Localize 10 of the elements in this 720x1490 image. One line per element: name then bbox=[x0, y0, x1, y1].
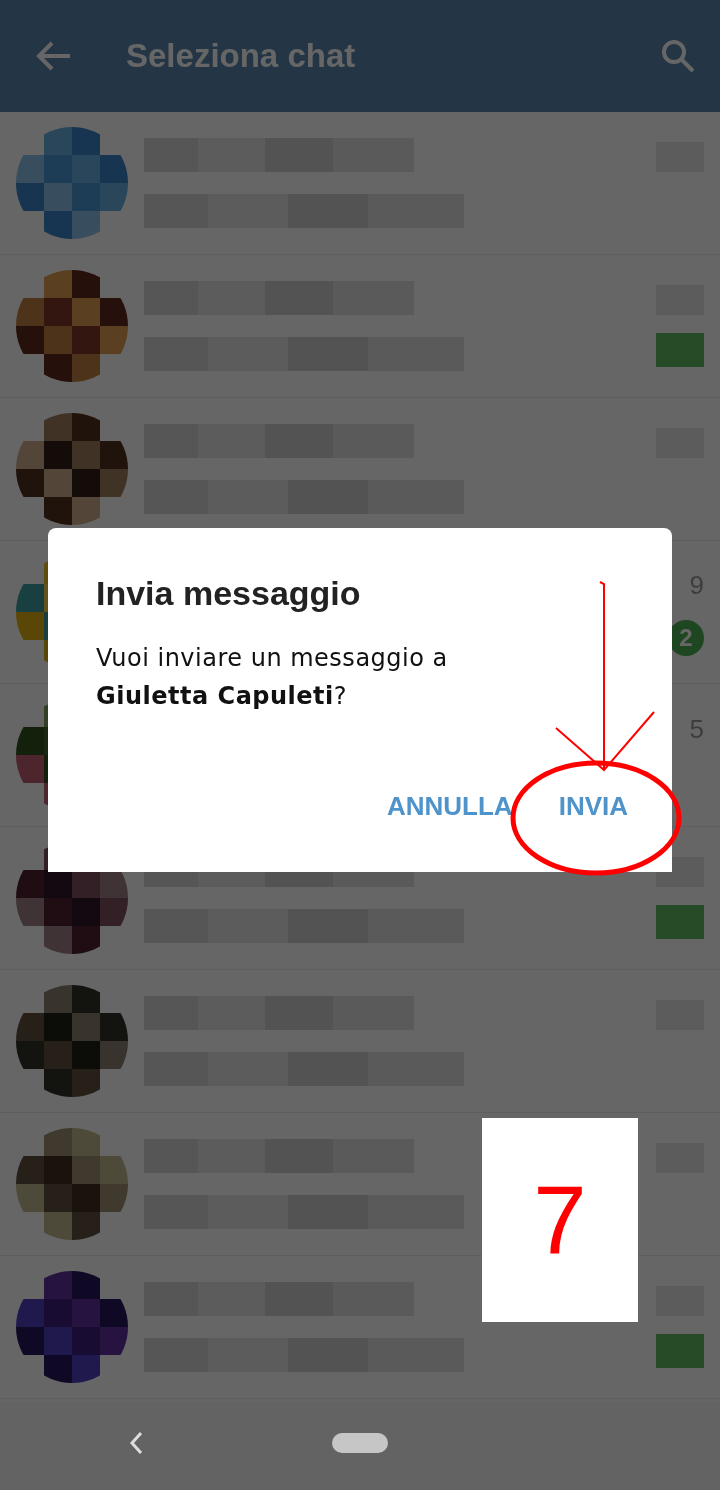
dialog-button[interactable]: INVIA bbox=[544, 781, 642, 832]
screen-title: Seleziona chat bbox=[126, 37, 357, 75]
dialog-message: Vuoi inviare un messaggio a Giuletta Capuleti? bbox=[96, 643, 449, 712]
step-number: 7 bbox=[482, 1118, 638, 1322]
home-handle[interactable] bbox=[332, 1433, 388, 1453]
search-icon[interactable] bbox=[660, 38, 696, 74]
dialog-button[interactable]: ANNULLA bbox=[373, 781, 527, 832]
back-icon[interactable] bbox=[36, 40, 72, 72]
dialog-title: Invia messaggio bbox=[96, 574, 362, 613]
back-icon[interactable] bbox=[128, 1430, 144, 1456]
